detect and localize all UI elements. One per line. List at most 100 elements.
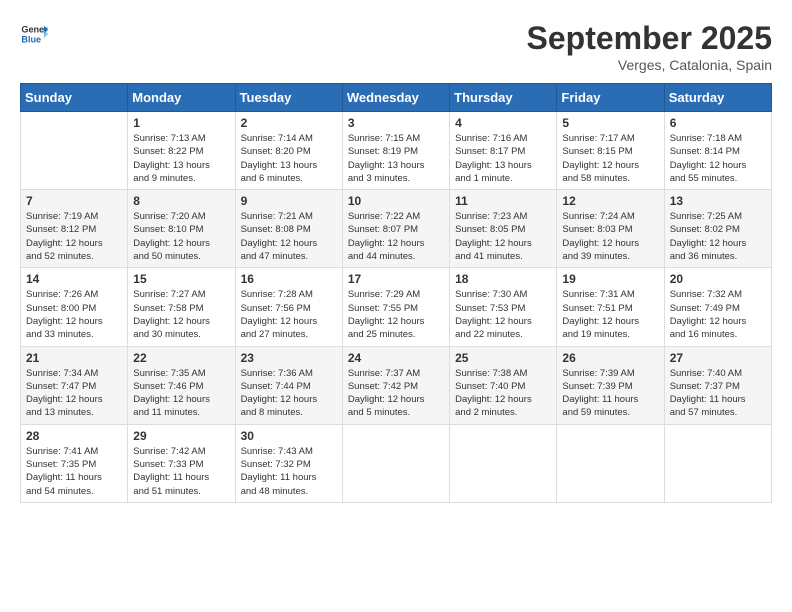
calendar-cell: 18 Sunrise: 7:30 AM Sunset: 7:53 PM Dayli… xyxy=(450,268,557,346)
day-info: Sunrise: 7:31 AM Sunset: 7:51 PM Dayligh… xyxy=(562,288,658,341)
day-number: 10 xyxy=(348,194,444,208)
calendar-cell: 7 Sunrise: 7:19 AM Sunset: 8:12 PM Daylig… xyxy=(21,190,128,268)
day-number: 9 xyxy=(241,194,337,208)
day-info: Sunrise: 7:19 AM Sunset: 8:12 PM Dayligh… xyxy=(26,210,122,263)
calendar-cell: 29 Sunrise: 7:42 AM Sunset: 7:33 PM Dayli… xyxy=(128,424,235,502)
calendar-week-row: 7 Sunrise: 7:19 AM Sunset: 8:12 PM Daylig… xyxy=(21,190,772,268)
day-info: Sunrise: 7:34 AM Sunset: 7:47 PM Dayligh… xyxy=(26,367,122,420)
day-info: Sunrise: 7:29 AM Sunset: 7:55 PM Dayligh… xyxy=(348,288,444,341)
weekday-header-row: SundayMondayTuesdayWednesdayThursdayFrid… xyxy=(21,84,772,112)
calendar-cell: 4Sunrise: 7:16 AM Sunset: 8:17 PM Daylig… xyxy=(450,112,557,190)
weekday-header: Saturday xyxy=(664,84,771,112)
calendar-cell: 19 Sunrise: 7:31 AM Sunset: 7:51 PM Dayli… xyxy=(557,268,664,346)
day-number: 17 xyxy=(348,272,444,286)
day-info: Sunrise: 7:38 AM Sunset: 7:40 PM Dayligh… xyxy=(455,367,551,420)
day-number: 21 xyxy=(26,351,122,365)
calendar-cell: 24Sunrise: 7:37 AM Sunset: 7:42 PM Dayli… xyxy=(342,346,449,424)
day-number: 19 xyxy=(562,272,658,286)
day-number: 26 xyxy=(562,351,658,365)
calendar-cell: 14 Sunrise: 7:26 AM Sunset: 8:00 PM Dayli… xyxy=(21,268,128,346)
weekday-header: Wednesday xyxy=(342,84,449,112)
day-info: Sunrise: 7:36 AM Sunset: 7:44 PM Dayligh… xyxy=(241,367,337,420)
calendar-cell: 16Sunrise: 7:28 AM Sunset: 7:56 PM Dayli… xyxy=(235,268,342,346)
calendar-cell: 11 Sunrise: 7:23 AM Sunset: 8:05 PM Dayli… xyxy=(450,190,557,268)
day-number: 3 xyxy=(348,116,444,130)
day-info: Sunrise: 7:40 AM Sunset: 7:37 PM Dayligh… xyxy=(670,367,766,420)
weekday-header: Sunday xyxy=(21,84,128,112)
day-info: Sunrise: 7:13 AM Sunset: 8:22 PM Dayligh… xyxy=(133,132,229,185)
calendar-cell: 1 Sunrise: 7:13 AM Sunset: 8:22 PM Daylig… xyxy=(128,112,235,190)
calendar-cell: 23Sunrise: 7:36 AM Sunset: 7:44 PM Dayli… xyxy=(235,346,342,424)
page-header: General Blue September 2025 Verges, Cata… xyxy=(20,20,772,73)
day-number: 12 xyxy=(562,194,658,208)
day-info: Sunrise: 7:23 AM Sunset: 8:05 PM Dayligh… xyxy=(455,210,551,263)
day-number: 20 xyxy=(670,272,766,286)
calendar-week-row: 28 Sunrise: 7:41 AM Sunset: 7:35 PM Dayli… xyxy=(21,424,772,502)
day-number: 7 xyxy=(26,194,122,208)
day-number: 28 xyxy=(26,429,122,443)
weekday-header: Friday xyxy=(557,84,664,112)
calendar-cell: 30 Sunrise: 7:43 AM Sunset: 7:32 PM Dayli… xyxy=(235,424,342,502)
calendar-cell: 22Sunrise: 7:35 AM Sunset: 7:46 PM Dayli… xyxy=(128,346,235,424)
calendar-cell: 20 Sunrise: 7:32 AM Sunset: 7:49 PM Dayli… xyxy=(664,268,771,346)
weekday-header: Thursday xyxy=(450,84,557,112)
logo-icon: General Blue xyxy=(20,20,48,48)
day-number: 15 xyxy=(133,272,229,286)
title-month: September 2025 xyxy=(527,20,772,57)
day-info: Sunrise: 7:24 AM Sunset: 8:03 PM Dayligh… xyxy=(562,210,658,263)
day-number: 14 xyxy=(26,272,122,286)
day-number: 8 xyxy=(133,194,229,208)
day-number: 16 xyxy=(241,272,337,286)
calendar-week-row: 14 Sunrise: 7:26 AM Sunset: 8:00 PM Dayli… xyxy=(21,268,772,346)
day-number: 6 xyxy=(670,116,766,130)
calendar-cell: 15 Sunrise: 7:27 AM Sunset: 7:58 PM Dayli… xyxy=(128,268,235,346)
day-number: 5 xyxy=(562,116,658,130)
calendar-cell: 5 Sunrise: 7:17 AM Sunset: 8:15 PM Daylig… xyxy=(557,112,664,190)
calendar-table: SundayMondayTuesdayWednesdayThursdayFrid… xyxy=(20,83,772,503)
day-number: 29 xyxy=(133,429,229,443)
day-info: Sunrise: 7:25 AM Sunset: 8:02 PM Dayligh… xyxy=(670,210,766,263)
calendar-cell: 28 Sunrise: 7:41 AM Sunset: 7:35 PM Dayli… xyxy=(21,424,128,502)
day-info: Sunrise: 7:26 AM Sunset: 8:00 PM Dayligh… xyxy=(26,288,122,341)
day-info: Sunrise: 7:32 AM Sunset: 7:49 PM Dayligh… xyxy=(670,288,766,341)
title-block: September 2025 Verges, Catalonia, Spain xyxy=(527,20,772,73)
weekday-header: Monday xyxy=(128,84,235,112)
day-info: Sunrise: 7:20 AM Sunset: 8:10 PM Dayligh… xyxy=(133,210,229,263)
day-info: Sunrise: 7:30 AM Sunset: 7:53 PM Dayligh… xyxy=(455,288,551,341)
calendar-cell: 6 Sunrise: 7:18 AM Sunset: 8:14 PM Daylig… xyxy=(664,112,771,190)
day-info: Sunrise: 7:17 AM Sunset: 8:15 PM Dayligh… xyxy=(562,132,658,185)
day-info: Sunrise: 7:22 AM Sunset: 8:07 PM Dayligh… xyxy=(348,210,444,263)
logo: General Blue xyxy=(20,20,48,48)
day-info: Sunrise: 7:43 AM Sunset: 7:32 PM Dayligh… xyxy=(241,445,337,498)
calendar-cell: 2 Sunrise: 7:14 AM Sunset: 8:20 PM Daylig… xyxy=(235,112,342,190)
calendar-cell: 17 Sunrise: 7:29 AM Sunset: 7:55 PM Dayli… xyxy=(342,268,449,346)
weekday-header: Tuesday xyxy=(235,84,342,112)
day-info: Sunrise: 7:42 AM Sunset: 7:33 PM Dayligh… xyxy=(133,445,229,498)
calendar-cell: 12 Sunrise: 7:24 AM Sunset: 8:03 PM Dayli… xyxy=(557,190,664,268)
day-info: Sunrise: 7:35 AM Sunset: 7:46 PM Dayligh… xyxy=(133,367,229,420)
day-number: 25 xyxy=(455,351,551,365)
calendar-week-row: 21 Sunrise: 7:34 AM Sunset: 7:47 PM Dayli… xyxy=(21,346,772,424)
day-number: 2 xyxy=(241,116,337,130)
day-info: Sunrise: 7:14 AM Sunset: 8:20 PM Dayligh… xyxy=(241,132,337,185)
calendar-cell: 25 Sunrise: 7:38 AM Sunset: 7:40 PM Dayli… xyxy=(450,346,557,424)
svg-text:Blue: Blue xyxy=(21,34,41,44)
day-number: 1 xyxy=(133,116,229,130)
day-number: 11 xyxy=(455,194,551,208)
day-info: Sunrise: 7:16 AM Sunset: 8:17 PM Dayligh… xyxy=(455,132,551,185)
calendar-cell: 27Sunrise: 7:40 AM Sunset: 7:37 PM Dayli… xyxy=(664,346,771,424)
day-info: Sunrise: 7:18 AM Sunset: 8:14 PM Dayligh… xyxy=(670,132,766,185)
day-number: 18 xyxy=(455,272,551,286)
calendar-week-row: 1 Sunrise: 7:13 AM Sunset: 8:22 PM Daylig… xyxy=(21,112,772,190)
calendar-cell xyxy=(342,424,449,502)
day-info: Sunrise: 7:41 AM Sunset: 7:35 PM Dayligh… xyxy=(26,445,122,498)
day-info: Sunrise: 7:39 AM Sunset: 7:39 PM Dayligh… xyxy=(562,367,658,420)
calendar-cell: 8 Sunrise: 7:20 AM Sunset: 8:10 PM Daylig… xyxy=(128,190,235,268)
calendar-cell: 10 Sunrise: 7:22 AM Sunset: 8:07 PM Dayli… xyxy=(342,190,449,268)
day-number: 30 xyxy=(241,429,337,443)
calendar-cell: 26 Sunrise: 7:39 AM Sunset: 7:39 PM Dayli… xyxy=(557,346,664,424)
day-info: Sunrise: 7:27 AM Sunset: 7:58 PM Dayligh… xyxy=(133,288,229,341)
day-info: Sunrise: 7:37 AM Sunset: 7:42 PM Dayligh… xyxy=(348,367,444,420)
day-info: Sunrise: 7:21 AM Sunset: 8:08 PM Dayligh… xyxy=(241,210,337,263)
calendar-cell: 21 Sunrise: 7:34 AM Sunset: 7:47 PM Dayli… xyxy=(21,346,128,424)
